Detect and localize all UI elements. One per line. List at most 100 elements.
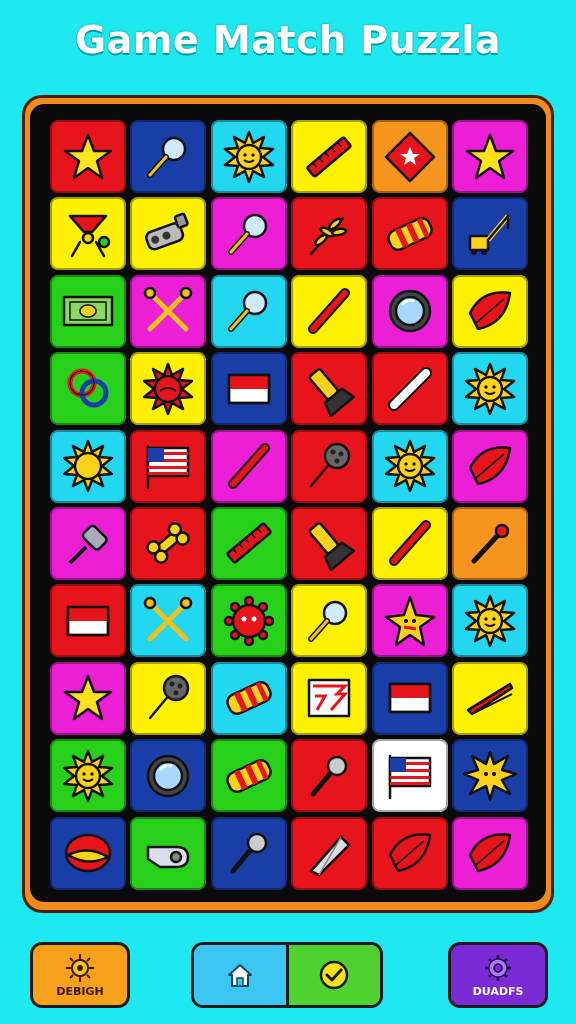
tile[interactable] [50,120,126,193]
knot-icon [67,368,109,408]
tile[interactable] [451,739,528,813]
home-icon [227,964,252,987]
tile[interactable] [451,120,528,193]
tile[interactable] [130,352,207,426]
red-sun-icon [143,362,194,415]
tile[interactable] [130,584,207,658]
crane-icon [468,214,510,255]
tile[interactable] [291,197,368,271]
tile[interactable] [210,816,287,890]
flashlight-icon [308,522,356,572]
tile[interactable] [291,816,368,890]
tile[interactable] [50,816,126,890]
crossed-keys-icon [144,287,193,332]
tile[interactable] [371,506,448,580]
tile[interactable] [210,506,287,580]
tile[interactable] [130,661,207,735]
tile[interactable] [50,352,126,426]
leaf-icon [468,291,512,331]
tile[interactable] [451,197,528,271]
gear-icon [485,954,511,981]
wheat-icon [309,216,348,256]
debigh-button[interactable]: DEBIGH [30,942,130,1008]
tile[interactable] [50,506,126,580]
cracker-icon [386,216,433,251]
tile[interactable] [210,584,287,658]
flag-icon [388,682,431,714]
tile[interactable] [210,352,287,426]
tile[interactable] [130,506,207,580]
whistle-icon [147,845,190,869]
stick-icon [308,288,351,335]
tile[interactable] [371,584,448,658]
pattern-icon [307,678,351,718]
banknote-icon [62,296,114,327]
tile[interactable] [291,352,368,426]
tile[interactable] [130,197,207,271]
tile[interactable] [451,661,528,735]
star-icon [465,133,515,179]
tile[interactable] [130,429,207,503]
tile[interactable] [291,120,368,193]
gear-sun-icon [66,953,94,982]
tile[interactable] [130,120,207,193]
sun-face-icon [464,594,516,648]
check-button[interactable] [288,945,380,1005]
tile[interactable] [210,429,287,503]
tile[interactable] [451,816,528,890]
diamond-star-icon [384,131,435,182]
sun-face-icon [464,362,516,415]
bean-icon [64,833,112,873]
tile[interactable] [371,197,448,271]
mace-icon [149,674,190,720]
tile[interactable] [291,584,368,658]
cracker-icon [225,681,272,716]
tile-grid [50,120,528,890]
flag-icon [227,373,271,404]
sun-face-icon [223,130,275,183]
tile[interactable] [371,816,448,890]
tile[interactable] [130,739,207,813]
tile[interactable] [371,274,448,348]
tile[interactable] [291,429,368,503]
duadfs-button[interactable]: DUADFS [448,942,548,1008]
tile[interactable] [371,429,448,503]
tile[interactable] [50,584,126,658]
tile[interactable] [50,274,126,348]
tile[interactable] [371,120,448,193]
check-icon [320,960,349,990]
mace-icon [309,442,351,488]
tile[interactable] [50,661,126,735]
tile[interactable] [130,274,207,348]
tile[interactable] [371,352,448,426]
leaf-icon [468,833,512,873]
tile[interactable] [451,429,528,503]
tile[interactable] [451,506,528,580]
tile[interactable] [451,352,528,426]
flag-icon [66,605,110,637]
star-face-icon [384,595,435,647]
tile[interactable] [210,661,287,735]
tile[interactable] [50,739,126,813]
tile[interactable] [50,429,126,503]
tile[interactable] [291,739,368,813]
home-button[interactable] [194,945,289,1005]
tile[interactable] [451,584,528,658]
stick-icon [388,520,431,567]
debigh-label: DEBIGH [56,984,104,998]
tile[interactable] [291,274,368,348]
tile[interactable] [371,739,448,813]
tile[interactable] [210,739,287,813]
crossed-keys-icon [144,596,193,642]
tile[interactable] [210,197,287,271]
tile[interactable] [451,274,528,348]
flashlight-icon [308,367,356,417]
tile[interactable] [371,661,448,735]
lens-icon [147,754,190,797]
tile[interactable] [50,197,126,271]
tile[interactable] [291,661,368,735]
tile[interactable] [210,274,287,348]
tile[interactable] [210,120,287,193]
tile[interactable] [130,816,207,890]
tile[interactable] [291,506,368,580]
